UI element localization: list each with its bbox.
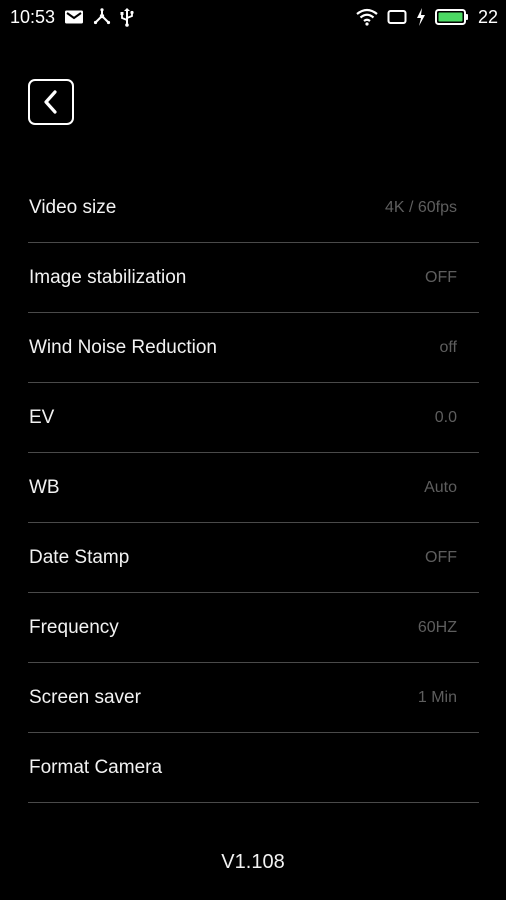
- status-bar: 10:53 22: [0, 0, 506, 34]
- version-label: V1.108: [221, 851, 285, 873]
- setting-wind-noise-reduction[interactable]: Wind Noise Reduction off: [28, 313, 479, 383]
- setting-label: Video size: [29, 196, 117, 218]
- setting-label: Screen saver: [29, 686, 141, 708]
- setting-image-stabilization[interactable]: Image stabilization OFF: [28, 243, 479, 313]
- setting-label: Image stabilization: [29, 266, 187, 288]
- setting-label: EV: [29, 406, 55, 428]
- setting-ev[interactable]: EV 0.0: [28, 383, 479, 453]
- back-button[interactable]: [28, 79, 74, 125]
- setting-value: OFF: [425, 268, 457, 286]
- setting-frequency[interactable]: Frequency 60HZ: [28, 593, 479, 663]
- setting-label: Wind Noise Reduction: [29, 336, 217, 358]
- setting-label: Frequency: [29, 616, 119, 638]
- charging-icon: [416, 8, 426, 26]
- setting-label: WB: [29, 476, 60, 498]
- screen-cast-icon: [387, 9, 407, 25]
- battery-level: 22: [477, 6, 498, 27]
- setting-screen-saver[interactable]: Screen saver 1 Min: [28, 663, 479, 733]
- wifi-icon: [356, 8, 378, 26]
- status-bar-left: 10:53: [10, 7, 134, 28]
- setting-value: 60HZ: [417, 618, 457, 636]
- setting-value: Auto: [424, 478, 457, 496]
- setting-value: 0.0: [434, 408, 457, 426]
- status-bar-right: 22: [356, 7, 498, 28]
- mail-icon: [64, 9, 84, 25]
- usb-icon: [120, 7, 134, 27]
- setting-wb[interactable]: WB Auto: [28, 453, 479, 523]
- chevron-left-icon: [41, 89, 61, 115]
- setting-value: 1 Min: [417, 688, 457, 706]
- setting-format-camera[interactable]: Format Camera: [28, 733, 479, 803]
- setting-label: Format Camera: [29, 756, 163, 778]
- setting-value: OFF: [425, 548, 457, 566]
- status-time: 10:53: [10, 6, 56, 27]
- setting-date-stamp[interactable]: Date Stamp OFF: [28, 523, 479, 593]
- setting-label: Date Stamp: [29, 546, 130, 568]
- setting-video-size[interactable]: Video size 4K / 60fps: [28, 173, 479, 243]
- setting-value: off: [439, 338, 458, 356]
- battery-icon: [434, 8, 469, 26]
- settings-list: Video size 4K / 60fps Image stabilizatio…: [28, 173, 479, 803]
- network-share-icon: [93, 8, 111, 26]
- setting-value: 4K / 60fps: [384, 198, 457, 216]
